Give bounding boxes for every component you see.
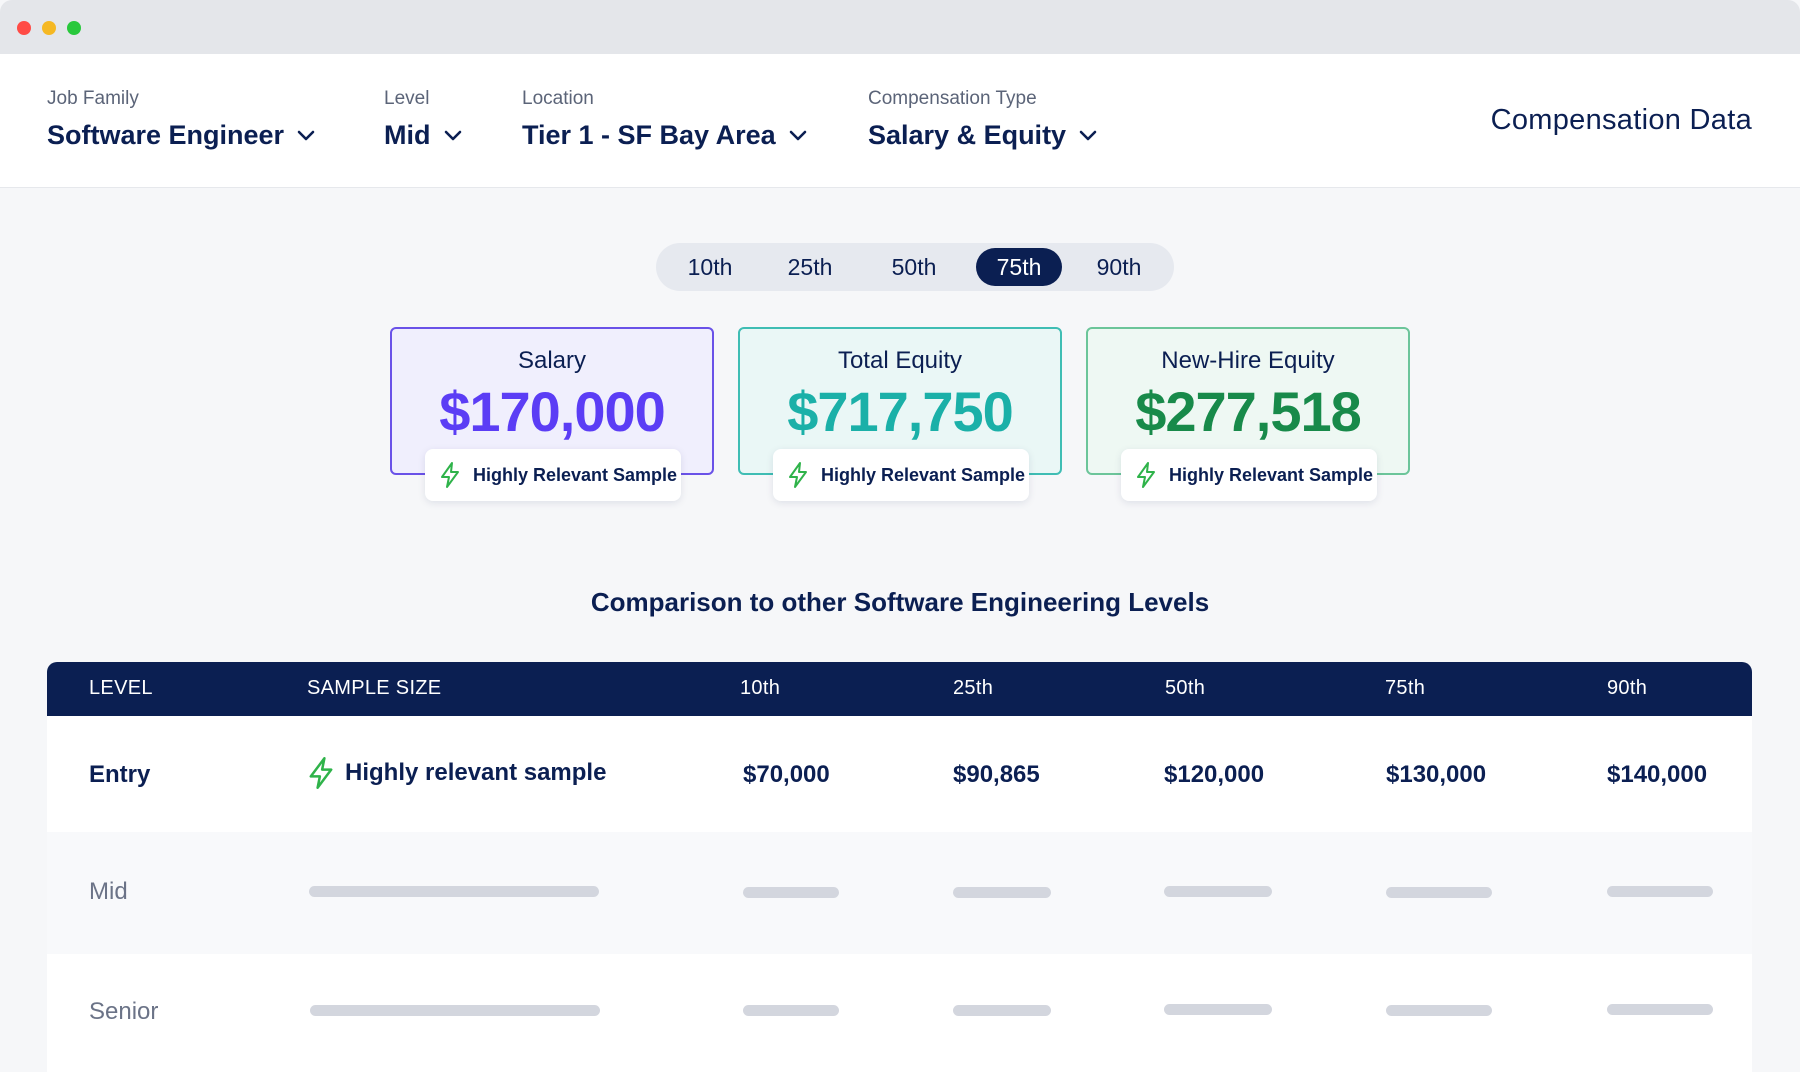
- filter-label: Level: [384, 88, 430, 109]
- placeholder-bar: [1607, 886, 1713, 897]
- chevron-down-icon: [444, 130, 461, 140]
- sample-badge: Highly Relevant Sample: [1121, 449, 1377, 501]
- value-cell-25th: $90,865: [953, 761, 1040, 788]
- card-title: New-Hire Equity: [1161, 347, 1335, 374]
- table-header: LEVEL SAMPLE SIZE 10th 25th 50th 75th 90…: [47, 662, 1752, 716]
- card-value: $717,750: [787, 380, 1014, 443]
- total-equity-card: Total Equity $717,750 Highly Relevant Sa…: [738, 327, 1062, 501]
- table-row-mid: Mid: [47, 832, 1752, 954]
- location-dropdown[interactable]: Tier 1 - SF Bay Area: [522, 120, 808, 151]
- column-header-25th: 25th: [953, 677, 994, 699]
- placeholder-bar: [309, 886, 599, 897]
- card-value: $170,000: [439, 380, 666, 443]
- section-title: Comparison to other Software Engineering…: [590, 587, 1210, 617]
- placeholder-bar: [953, 887, 1051, 898]
- placeholder-bar: [1164, 1004, 1272, 1015]
- filter-label: Compensation Type: [868, 88, 1037, 109]
- sample-badge: Highly Relevant Sample: [425, 449, 681, 501]
- compensation-type-dropdown[interactable]: Salary & Equity: [868, 120, 1098, 151]
- lightning-bolt-icon: [309, 757, 333, 789]
- sample-size-cell: Highly relevant sample: [307, 756, 606, 790]
- value-cell-10th: $70,000: [743, 761, 830, 788]
- card-title: Total Equity: [837, 347, 963, 374]
- column-header-10th: 10th: [740, 677, 781, 699]
- filter-job-family[interactable]: Job Family Software Engineer: [47, 88, 316, 151]
- filter-value: Software Engineer: [47, 120, 285, 150]
- column-header-75th: 75th: [1385, 677, 1426, 699]
- level-cell: Mid: [89, 878, 128, 905]
- level-cell: Senior: [89, 998, 159, 1025]
- maximize-window-button[interactable]: [67, 21, 81, 35]
- value-cell-50th: $120,000: [1164, 761, 1265, 788]
- placeholder-bar: [743, 1005, 839, 1016]
- placeholder-bar: [310, 1005, 600, 1016]
- placeholder-bar: [1386, 1005, 1492, 1016]
- filter-value: Salary & Equity: [868, 120, 1067, 150]
- percentile-option-25th[interactable]: 25th: [766, 248, 854, 286]
- lightning-bolt-icon: [1137, 462, 1155, 488]
- sample-size-label: Highly relevant sample: [345, 759, 607, 786]
- column-header-50th: 50th: [1165, 677, 1206, 699]
- filter-value: Tier 1 - SF Bay Area: [522, 120, 776, 150]
- lightning-bolt-icon: [441, 462, 459, 488]
- badge-label: Highly Relevant Sample: [821, 464, 1026, 485]
- job-family-dropdown[interactable]: Software Engineer: [47, 120, 316, 151]
- chevron-down-icon: [297, 130, 315, 140]
- placeholder-bar: [1386, 887, 1492, 898]
- filter-header: Job Family Software Engineer Level Mid L…: [0, 54, 1800, 188]
- filter-value: Mid: [384, 120, 431, 150]
- value-cell-75th: $130,000: [1386, 761, 1487, 788]
- minimize-window-button[interactable]: [42, 21, 56, 35]
- card-title: Salary: [517, 347, 587, 374]
- table-row-entry: Entry Highly relevant sample $70,000 $90…: [47, 716, 1752, 832]
- placeholder-bar: [743, 887, 839, 898]
- percentile-option-50th[interactable]: 50th: [868, 248, 960, 286]
- window-titlebar: [0, 0, 1800, 54]
- filter-label: Location: [522, 88, 594, 109]
- placeholder-bar: [1164, 886, 1272, 897]
- filter-location[interactable]: Location Tier 1 - SF Bay Area: [522, 88, 808, 151]
- percentile-option-10th[interactable]: 10th: [666, 248, 754, 286]
- level-cell: Entry: [89, 761, 151, 788]
- close-window-button[interactable]: [17, 21, 31, 35]
- percentile-toggle: 10th 25th 50th 75th 90th: [656, 243, 1174, 291]
- sample-badge: Highly Relevant Sample: [773, 449, 1029, 501]
- badge-label: Highly Relevant Sample: [473, 464, 678, 485]
- column-header-90th: 90th: [1607, 677, 1648, 699]
- new-hire-equity-card: New-Hire Equity $277,518 Highly Relevant…: [1086, 327, 1410, 501]
- level-dropdown[interactable]: Mid: [384, 120, 463, 151]
- filter-level[interactable]: Level Mid: [384, 88, 463, 151]
- badge-label: Highly Relevant Sample: [1169, 464, 1374, 485]
- placeholder-bar: [953, 1005, 1051, 1016]
- chevron-down-icon: [789, 130, 806, 140]
- column-header-level: LEVEL: [89, 677, 153, 699]
- salary-card: Salary $170,000 Highly Relevant Sample: [390, 327, 714, 501]
- chevron-down-icon: [1079, 130, 1097, 140]
- column-header-sample-size: SAMPLE SIZE: [307, 677, 442, 699]
- filter-label: Job Family: [47, 88, 139, 109]
- page-title: Compensation Data: [1490, 104, 1752, 136]
- card-value: $277,518: [1135, 380, 1362, 443]
- lightning-bolt-icon: [789, 462, 807, 488]
- table-row-senior: Senior: [47, 954, 1752, 1072]
- percentile-option-75th[interactable]: 75th: [976, 248, 1062, 286]
- filter-compensation-type[interactable]: Compensation Type Salary & Equity: [868, 88, 1098, 151]
- comparison-table: LEVEL SAMPLE SIZE 10th 25th 50th 75th 90…: [47, 662, 1752, 1072]
- app-window: Job Family Software Engineer Level Mid L…: [0, 0, 1800, 1072]
- percentile-option-90th[interactable]: 90th: [1074, 248, 1164, 286]
- placeholder-bar: [1607, 1004, 1713, 1015]
- value-cell-90th: $140,000: [1607, 761, 1708, 788]
